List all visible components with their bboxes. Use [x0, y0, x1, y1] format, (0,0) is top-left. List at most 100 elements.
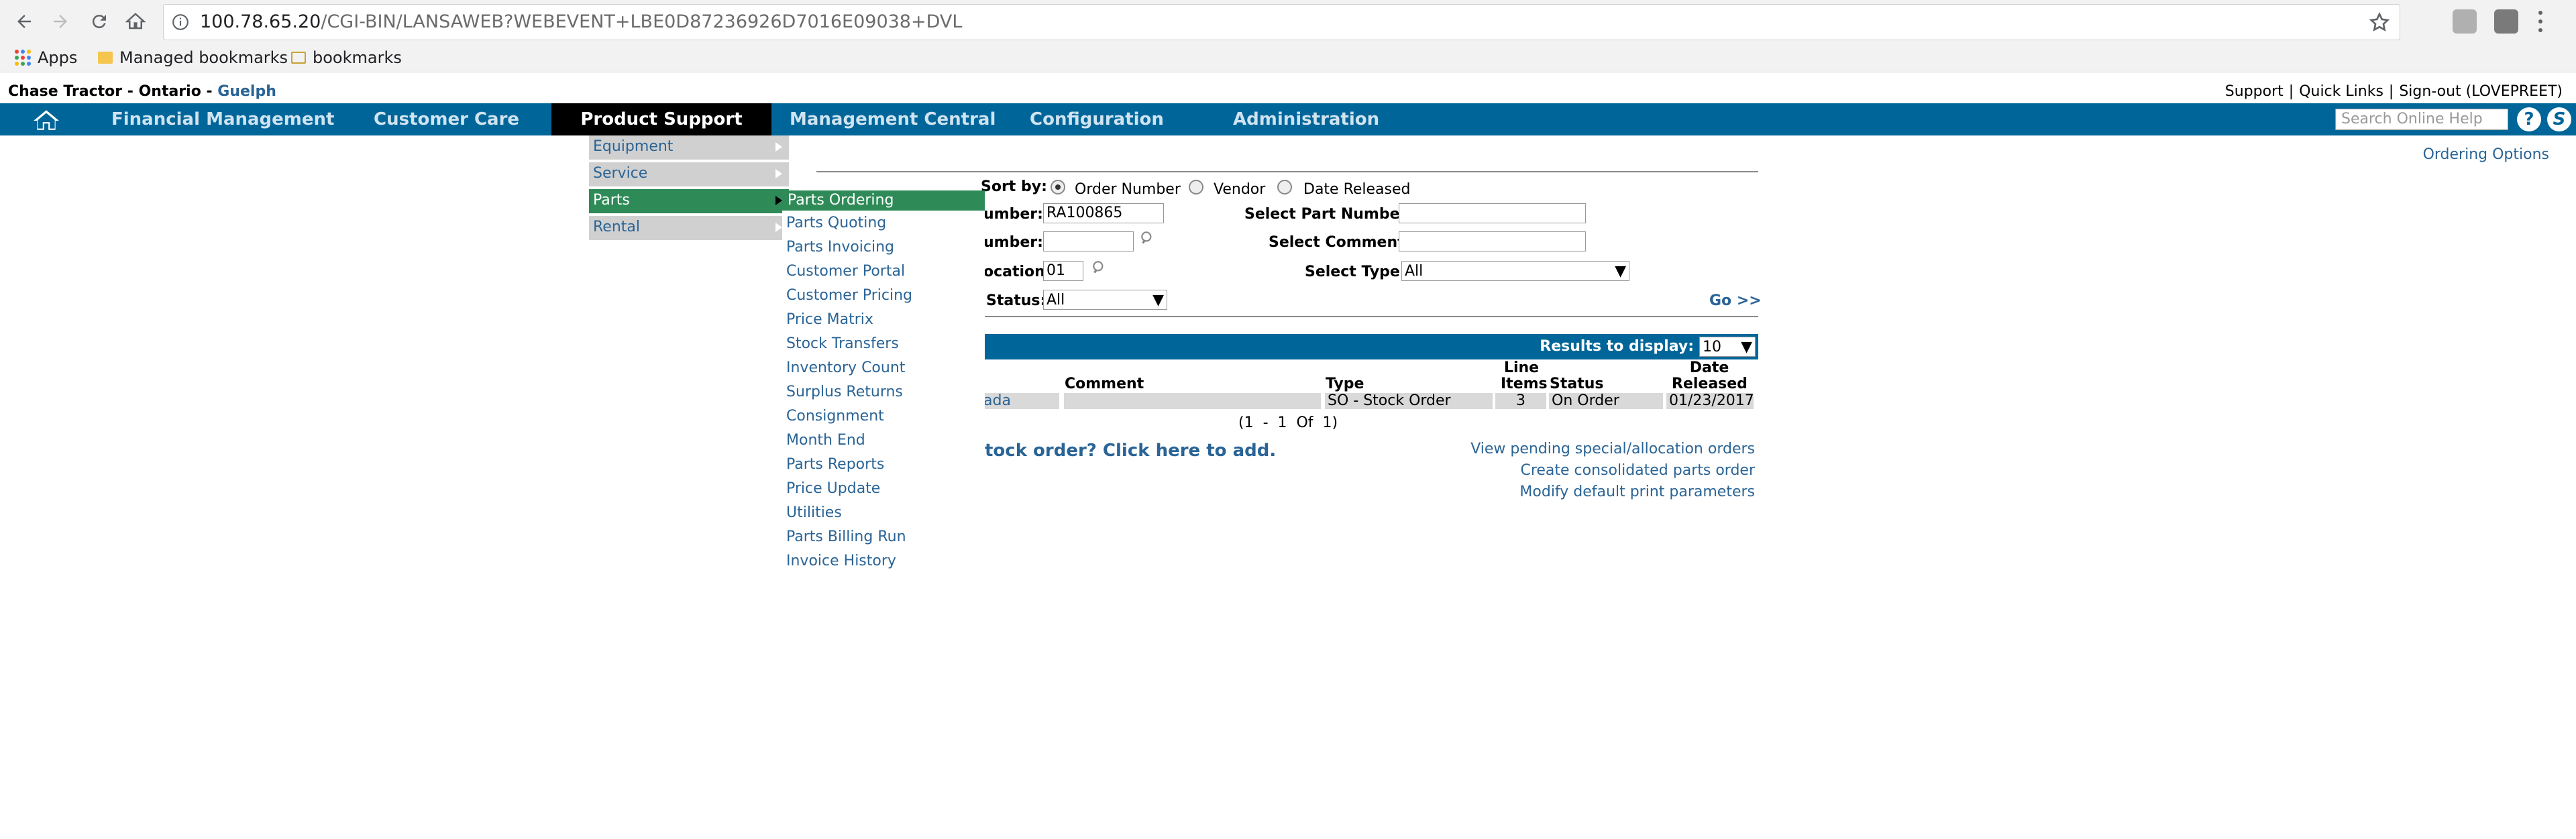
- nav-administration[interactable]: Administration: [1233, 103, 1379, 135]
- forward-button[interactable]: [46, 7, 75, 36]
- parts-submenu: Parts Ordering Parts Quoting Parts Invoi…: [782, 190, 985, 573]
- bookmark-apps[interactable]: Apps: [15, 48, 77, 67]
- magnifier-icon[interactable]: [1139, 229, 1157, 247]
- bookmark-label: Managed bookmarks: [119, 48, 288, 67]
- create-consolidated-order-link[interactable]: Create consolidated parts order: [1520, 462, 1755, 479]
- nav-financial-management[interactable]: Financial Management: [111, 103, 334, 135]
- reload-button[interactable]: [85, 7, 114, 36]
- submenu-item-stock-transfers[interactable]: Stock Transfers: [786, 335, 899, 352]
- bookmark-label: bookmarks: [313, 48, 402, 67]
- sort-order-number-radio[interactable]: [1051, 180, 1065, 194]
- column-header-line-items[interactable]: Line Items: [1501, 359, 1548, 392]
- order-number-input[interactable]: RA100865: [1043, 203, 1164, 223]
- info-icon[interactable]: [172, 13, 189, 31]
- pagination: (1 - 1 Of 1): [1238, 414, 1338, 431]
- submenu-item-price-matrix[interactable]: Price Matrix: [786, 311, 873, 328]
- submenu-item-month-end[interactable]: Month End: [786, 432, 865, 449]
- bookmark-label: Apps: [38, 48, 78, 67]
- sign-out-link[interactable]: Sign-out (LOVEPREET): [2399, 83, 2563, 100]
- submenu-item-consignment[interactable]: Consignment: [786, 408, 884, 425]
- status-select[interactable]: All ▼: [1043, 290, 1167, 310]
- vendor-number-input[interactable]: [1043, 231, 1134, 251]
- modify-print-parameters-link[interactable]: Modify default print parameters: [1519, 484, 1755, 500]
- separator: |: [2288, 83, 2294, 100]
- help-question-icon[interactable]: ?: [2517, 107, 2541, 131]
- location-input[interactable]: 01: [1043, 261, 1083, 281]
- order-number-label: umber:: [983, 206, 1043, 223]
- view-pending-orders-link[interactable]: View pending special/allocation orders: [1470, 441, 1755, 457]
- column-header-text: Items: [1501, 376, 1548, 392]
- nav-configuration[interactable]: Configuration: [1030, 103, 1164, 135]
- submenu-item-parts-billing-run[interactable]: Parts Billing Run: [786, 528, 906, 545]
- menu-item-equipment[interactable]: Equipment: [589, 135, 789, 160]
- home-outline-icon: [125, 13, 146, 30]
- menu-item-parts[interactable]: Parts: [589, 189, 789, 213]
- home-button[interactable]: [121, 7, 150, 36]
- support-link[interactable]: Support: [2225, 83, 2284, 100]
- bookmarks-bar: Apps Managed bookmarks bookmarks: [0, 44, 2576, 72]
- menu-item-label: Parts: [593, 192, 630, 209]
- help-search-input[interactable]: Search Online Help: [2335, 109, 2508, 130]
- menu-kebab-icon[interactable]: [2537, 11, 2544, 32]
- submenu-item-surplus-returns[interactable]: Surplus Returns: [786, 384, 903, 400]
- menu-item-label: Rental: [593, 219, 640, 235]
- results-bar: Results to display: 10 ▼: [985, 334, 1758, 359]
- product-support-menu: Equipment Service Parts Rental: [589, 135, 789, 241]
- menu-item-service[interactable]: Service: [589, 162, 789, 186]
- comment-cell: [1064, 393, 1321, 409]
- divider: [985, 316, 1758, 317]
- sort-date-released-radio[interactable]: [1277, 180, 1292, 194]
- submenu-item-inventory-count[interactable]: Inventory Count: [786, 359, 905, 376]
- menu-item-label: Service: [593, 165, 648, 182]
- go-button[interactable]: Go >>: [1709, 292, 1762, 309]
- sort-vendor-radio[interactable]: [1189, 180, 1203, 194]
- home-icon[interactable]: [32, 109, 60, 131]
- s-logo-icon[interactable]: S: [2547, 107, 2571, 131]
- column-header-text: Line: [1503, 359, 1540, 376]
- type-value: All: [1405, 262, 1424, 280]
- address-bar[interactable]: 100.78.65.20/CGI-BIN/LANSAWEB?WEBEVENT+L…: [163, 4, 2400, 40]
- extension-icon[interactable]: [2453, 9, 2477, 34]
- results-count-select[interactable]: 10 ▼: [1699, 337, 1756, 357]
- submenu-arrow-icon: [775, 196, 782, 205]
- results-count-value: 10: [1703, 338, 1721, 355]
- quick-links-link[interactable]: Quick Links: [2299, 83, 2383, 100]
- submenu-item-parts-reports[interactable]: Parts Reports: [786, 456, 884, 473]
- submenu-item-parts-ordering[interactable]: Parts Ordering: [782, 190, 985, 211]
- nav-management-central[interactable]: Management Central: [790, 103, 996, 135]
- nav-customer-care[interactable]: Customer Care: [374, 103, 519, 135]
- comment-input[interactable]: [1399, 231, 1586, 251]
- add-stock-order-link[interactable]: tock order? Click here to add.: [985, 441, 1276, 461]
- bookmark-star-icon[interactable]: [2369, 11, 2390, 33]
- submenu-item-parts-invoicing[interactable]: Parts Invoicing: [786, 239, 894, 256]
- sort-option-label: Vendor: [1214, 181, 1266, 198]
- folder-icon: [291, 52, 306, 64]
- sort-by-label: Sort by:: [981, 178, 1047, 195]
- bookmark-folder[interactable]: bookmarks: [291, 48, 402, 67]
- back-button[interactable]: [9, 7, 39, 36]
- submenu-item-utilities[interactable]: Utilities: [786, 504, 842, 521]
- dropdown-arrow-icon: ▼: [1741, 338, 1752, 355]
- vendor-cell[interactable]: ada: [981, 393, 1059, 409]
- column-header-status[interactable]: Status: [1550, 376, 1603, 392]
- submenu-item-parts-quoting[interactable]: Parts Quoting: [786, 215, 886, 231]
- submenu-item-customer-portal[interactable]: Customer Portal: [786, 263, 905, 280]
- submenu-arrow-icon: [775, 169, 782, 178]
- main-nav: Financial Management Customer Care Produ…: [0, 103, 2576, 135]
- nav-product-support[interactable]: Product Support: [551, 103, 771, 135]
- column-header-comment[interactable]: Comment: [1065, 376, 1144, 392]
- part-number-input[interactable]: [1399, 203, 1586, 223]
- forward-arrow-icon: [54, 15, 67, 28]
- ordering-options-link[interactable]: Ordering Options: [2423, 146, 2549, 163]
- column-header-date-released[interactable]: Date Released: [1672, 360, 1748, 392]
- bookmark-managed[interactable]: Managed bookmarks: [98, 48, 288, 67]
- submenu-item-price-update[interactable]: Price Update: [786, 480, 880, 497]
- submenu-item-invoice-history[interactable]: Invoice History: [786, 553, 896, 569]
- magnifier-icon[interactable]: [1091, 259, 1108, 276]
- menu-item-rental[interactable]: Rental: [589, 216, 789, 240]
- company-city[interactable]: Guelph: [217, 83, 276, 100]
- column-header-type[interactable]: Type: [1326, 376, 1364, 392]
- extension-icon[interactable]: [2494, 9, 2518, 34]
- type-select[interactable]: All ▼: [1401, 261, 1629, 281]
- submenu-item-customer-pricing[interactable]: Customer Pricing: [786, 287, 912, 304]
